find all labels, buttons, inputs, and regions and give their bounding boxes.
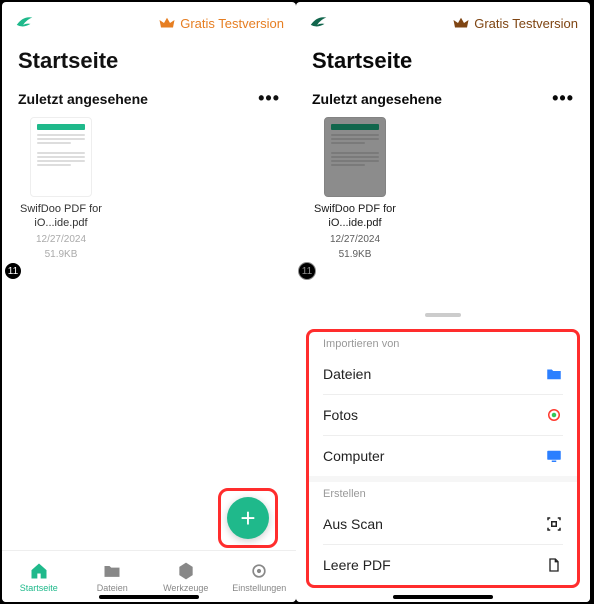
import-computer-item[interactable]: Computer bbox=[309, 436, 577, 476]
crown-icon bbox=[452, 14, 470, 32]
monitor-icon bbox=[545, 447, 563, 465]
file-name: SwifDoo PDF for iO...ide.pdf bbox=[312, 203, 398, 231]
screen-import-sheet: Gratis Testversion Startseite Zuletzt an… bbox=[296, 2, 590, 602]
create-blank-item[interactable]: Leere PDF bbox=[309, 545, 577, 585]
file-date: 12/27/2024 bbox=[312, 233, 398, 246]
home-indicator bbox=[393, 595, 493, 599]
tab-settings[interactable]: Einstellungen bbox=[223, 551, 297, 602]
count-badge: 11 bbox=[4, 262, 22, 280]
import-section-label: Importieren von bbox=[309, 332, 577, 354]
trial-label: Gratis Testversion bbox=[474, 16, 578, 31]
recent-title: Zuletzt angesehene bbox=[18, 91, 148, 107]
home-indicator bbox=[99, 595, 199, 599]
file-card[interactable]: SwifDoo PDF for iO...ide.pdf 12/27/2024 … bbox=[312, 117, 398, 261]
trial-label: Gratis Testversion bbox=[180, 16, 284, 31]
count-badge: 11 bbox=[298, 262, 316, 280]
file-card[interactable]: SwifDoo PDF for iO...ide.pdf 12/27/2024 … bbox=[18, 117, 104, 261]
header: Gratis Testversion bbox=[296, 2, 590, 44]
app-logo-icon bbox=[308, 12, 330, 34]
crown-icon bbox=[158, 14, 176, 32]
page-title: Startseite bbox=[296, 44, 590, 84]
recent-title: Zuletzt angesehene bbox=[312, 91, 442, 107]
fab-highlight: + bbox=[218, 488, 278, 548]
recent-section-header: Zuletzt angesehene ••• bbox=[296, 84, 590, 117]
photos-icon bbox=[545, 406, 563, 424]
scan-icon bbox=[545, 515, 563, 533]
more-icon[interactable]: ••• bbox=[552, 88, 574, 109]
add-button[interactable]: + bbox=[227, 497, 269, 539]
page-title: Startseite bbox=[2, 44, 296, 84]
tools-icon bbox=[176, 561, 196, 581]
import-files-item[interactable]: Dateien bbox=[309, 354, 577, 394]
file-name: SwifDoo PDF for iO...ide.pdf bbox=[18, 203, 104, 231]
create-scan-item[interactable]: Aus Scan bbox=[309, 504, 577, 544]
create-section-label: Erstellen bbox=[309, 482, 577, 504]
tab-home[interactable]: Startseite bbox=[2, 551, 76, 602]
trial-button[interactable]: Gratis Testversion bbox=[158, 14, 284, 32]
screen-home: Gratis Testversion Startseite Zuletzt an… bbox=[2, 2, 296, 602]
home-icon bbox=[29, 561, 49, 581]
header: Gratis Testversion bbox=[2, 2, 296, 44]
file-date: 12/27/2024 bbox=[18, 233, 104, 246]
app-logo-icon bbox=[14, 12, 36, 34]
sheet-grabber[interactable] bbox=[425, 313, 461, 317]
recent-section-header: Zuletzt angesehene ••• bbox=[2, 84, 296, 117]
trial-button[interactable]: Gratis Testversion bbox=[452, 14, 578, 32]
plus-icon: + bbox=[240, 505, 255, 531]
file-size: 51.9KB bbox=[18, 248, 104, 261]
folder-icon bbox=[102, 561, 122, 581]
more-icon[interactable]: ••• bbox=[258, 88, 280, 109]
file-thumbnail bbox=[30, 117, 92, 197]
folder-icon bbox=[545, 365, 563, 383]
import-photos-item[interactable]: Fotos bbox=[309, 395, 577, 435]
gear-icon bbox=[249, 561, 269, 581]
file-icon bbox=[545, 556, 563, 574]
file-size: 51.9KB bbox=[312, 248, 398, 261]
bottom-sheet: Importieren von Dateien Fotos Computer E… bbox=[296, 303, 590, 602]
file-thumbnail bbox=[324, 117, 386, 197]
sheet-highlight: Importieren von Dateien Fotos Computer E… bbox=[306, 329, 580, 588]
